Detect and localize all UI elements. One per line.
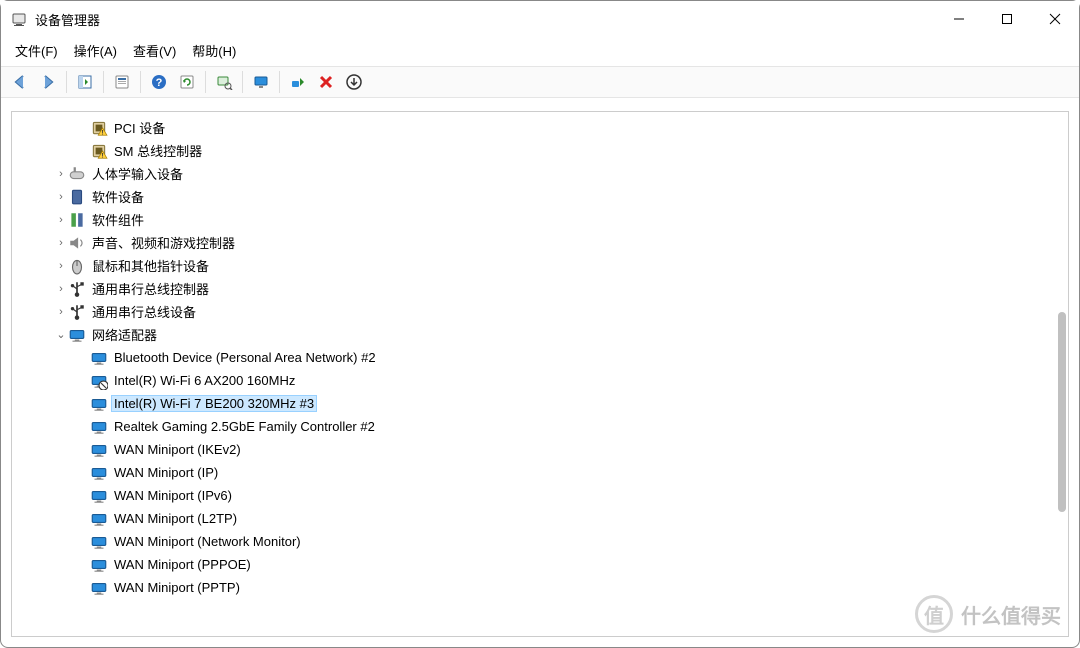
net-adapter-disabled-icon	[90, 372, 108, 390]
tree-item[interactable]: Realtek Gaming 2.5GbE Family Controller …	[12, 415, 1068, 438]
menu-action[interactable]: 操作(A)	[74, 41, 117, 60]
expand-chevron-icon[interactable]: ›	[54, 237, 68, 249]
net-adapter-icon	[90, 533, 108, 551]
menu-view[interactable]: 查看(V)	[133, 41, 176, 60]
expand-chevron-icon[interactable]: ›	[54, 260, 68, 272]
tree-item-label: SM 总线控制器	[112, 141, 204, 160]
tree-item[interactable]: › 软件组件	[12, 208, 1068, 231]
menu-file[interactable]: 文件(F)	[15, 41, 58, 60]
update-driver-button[interactable]	[248, 70, 274, 94]
tree-item-label: WAN Miniport (IP)	[112, 465, 220, 480]
titlebar: 设备管理器	[1, 1, 1079, 37]
tree-item[interactable]: › 鼠标和其他指针设备	[12, 254, 1068, 277]
tree-item-label: WAN Miniport (IPv6)	[112, 488, 234, 503]
mouse-icon	[68, 257, 86, 275]
expand-chevron-icon[interactable]: ›	[54, 168, 68, 180]
uninstall-device-button[interactable]	[313, 70, 339, 94]
net-adapter-icon	[90, 464, 108, 482]
tree-item[interactable]: › 通用串行总线控制器	[12, 277, 1068, 300]
tree-item-label: WAN Miniport (L2TP)	[112, 511, 239, 526]
toolbar	[1, 67, 1079, 98]
device-tree[interactable]: PCI 设备 SM 总线控制器 › 人体学输入设备 › 软件设备 › 软件组件 › 声音…	[12, 112, 1068, 636]
tree-item-label: WAN Miniport (IKEv2)	[112, 442, 243, 457]
tree-item[interactable]: Intel(R) Wi-Fi 7 BE200 320MHz #3	[12, 392, 1068, 415]
expand-chevron-icon[interactable]: ›	[54, 214, 68, 226]
tree-item-label: 鼠标和其他指针设备	[90, 256, 211, 275]
tree-item[interactable]: PCI 设备	[12, 116, 1068, 139]
tree-item-label: WAN Miniport (PPTP)	[112, 580, 242, 595]
soft-component-icon	[68, 211, 86, 229]
tree-item[interactable]: WAN Miniport (PPTP)	[12, 576, 1068, 599]
tree-item-label: 通用串行总线控制器	[90, 279, 211, 298]
tree-item[interactable]: WAN Miniport (Network Monitor)	[12, 530, 1068, 553]
scan-hardware-button[interactable]	[211, 70, 237, 94]
app-icon	[11, 11, 27, 27]
tree-item[interactable]: WAN Miniport (L2TP)	[12, 507, 1068, 530]
tree-item[interactable]: Intel(R) Wi-Fi 6 AX200 160MHz	[12, 369, 1068, 392]
tree-item-label: Bluetooth Device (Personal Area Network)…	[112, 350, 378, 365]
tree-item-label: Intel(R) Wi-Fi 7 BE200 320MHz #3	[112, 396, 316, 411]
tree-item[interactable]: WAN Miniport (PPPOE)	[12, 553, 1068, 576]
device-tree-panel: PCI 设备 SM 总线控制器 › 人体学输入设备 › 软件设备 › 软件组件 › 声音…	[11, 111, 1069, 637]
tree-item-label: 声音、视频和游戏控制器	[90, 233, 237, 252]
net-adapter-icon	[90, 579, 108, 597]
refresh-button[interactable]	[174, 70, 200, 94]
chip-warning-icon	[90, 119, 108, 137]
help-button[interactable]	[146, 70, 172, 94]
chip-warning-icon	[90, 142, 108, 160]
tree-item[interactable]: WAN Miniport (IPv6)	[12, 484, 1068, 507]
net-adapter-icon	[90, 510, 108, 528]
maximize-button[interactable]	[983, 1, 1031, 37]
audio-icon	[68, 234, 86, 252]
net-adapter-icon	[90, 349, 108, 367]
disable-device-button[interactable]	[341, 70, 367, 94]
tree-item-label: 软件组件	[90, 210, 146, 229]
usb-icon	[68, 303, 86, 321]
menubar: 文件(F) 操作(A) 查看(V) 帮助(H)	[1, 37, 1079, 67]
tree-item[interactable]: SM 总线控制器	[12, 139, 1068, 162]
net-adapter-icon	[90, 418, 108, 436]
tree-item[interactable]: › 人体学输入设备	[12, 162, 1068, 185]
hid-icon	[68, 165, 86, 183]
expand-chevron-icon[interactable]: ›	[54, 283, 68, 295]
tree-item[interactable]: WAN Miniport (IP)	[12, 461, 1068, 484]
close-button[interactable]	[1031, 1, 1079, 37]
show-hide-tree-button[interactable]	[72, 70, 98, 94]
tree-item[interactable]: ⌄ 网络适配器	[12, 323, 1068, 346]
expand-chevron-icon[interactable]: ⌄	[54, 328, 68, 341]
tree-item[interactable]: Bluetooth Device (Personal Area Network)…	[12, 346, 1068, 369]
expand-chevron-icon[interactable]: ›	[54, 306, 68, 318]
soft-device-icon	[68, 188, 86, 206]
tree-item-label: Intel(R) Wi-Fi 6 AX200 160MHz	[112, 373, 297, 388]
tree-item[interactable]: › 软件设备	[12, 185, 1068, 208]
tree-item[interactable]: WAN Miniport (IKEv2)	[12, 438, 1068, 461]
tree-item-label: 软件设备	[90, 187, 146, 206]
tree-item-label: PCI 设备	[112, 118, 167, 137]
tree-item[interactable]: › 声音、视频和游戏控制器	[12, 231, 1068, 254]
enable-device-button[interactable]	[285, 70, 311, 94]
net-adapter-icon	[90, 395, 108, 413]
usb-icon	[68, 280, 86, 298]
tree-item-label: 通用串行总线设备	[90, 302, 198, 321]
tree-item[interactable]: › 通用串行总线设备	[12, 300, 1068, 323]
window-title: 设备管理器	[35, 10, 100, 29]
tree-item-label: 网络适配器	[90, 325, 159, 344]
menu-help[interactable]: 帮助(H)	[192, 41, 236, 60]
tree-item-label: WAN Miniport (Network Monitor)	[112, 534, 303, 549]
scrollbar-thumb[interactable]	[1058, 312, 1066, 512]
net-adapter-icon	[90, 487, 108, 505]
minimize-button[interactable]	[935, 1, 983, 37]
net-adapter-icon	[90, 441, 108, 459]
forward-button[interactable]	[35, 70, 61, 94]
back-button[interactable]	[7, 70, 33, 94]
net-adapter-icon	[90, 556, 108, 574]
network-icon	[68, 326, 86, 344]
expand-chevron-icon[interactable]: ›	[54, 191, 68, 203]
tree-item-label: 人体学输入设备	[90, 164, 185, 183]
properties-button[interactable]	[109, 70, 135, 94]
tree-item-label: WAN Miniport (PPPOE)	[112, 557, 253, 572]
tree-item-label: Realtek Gaming 2.5GbE Family Controller …	[112, 419, 377, 434]
